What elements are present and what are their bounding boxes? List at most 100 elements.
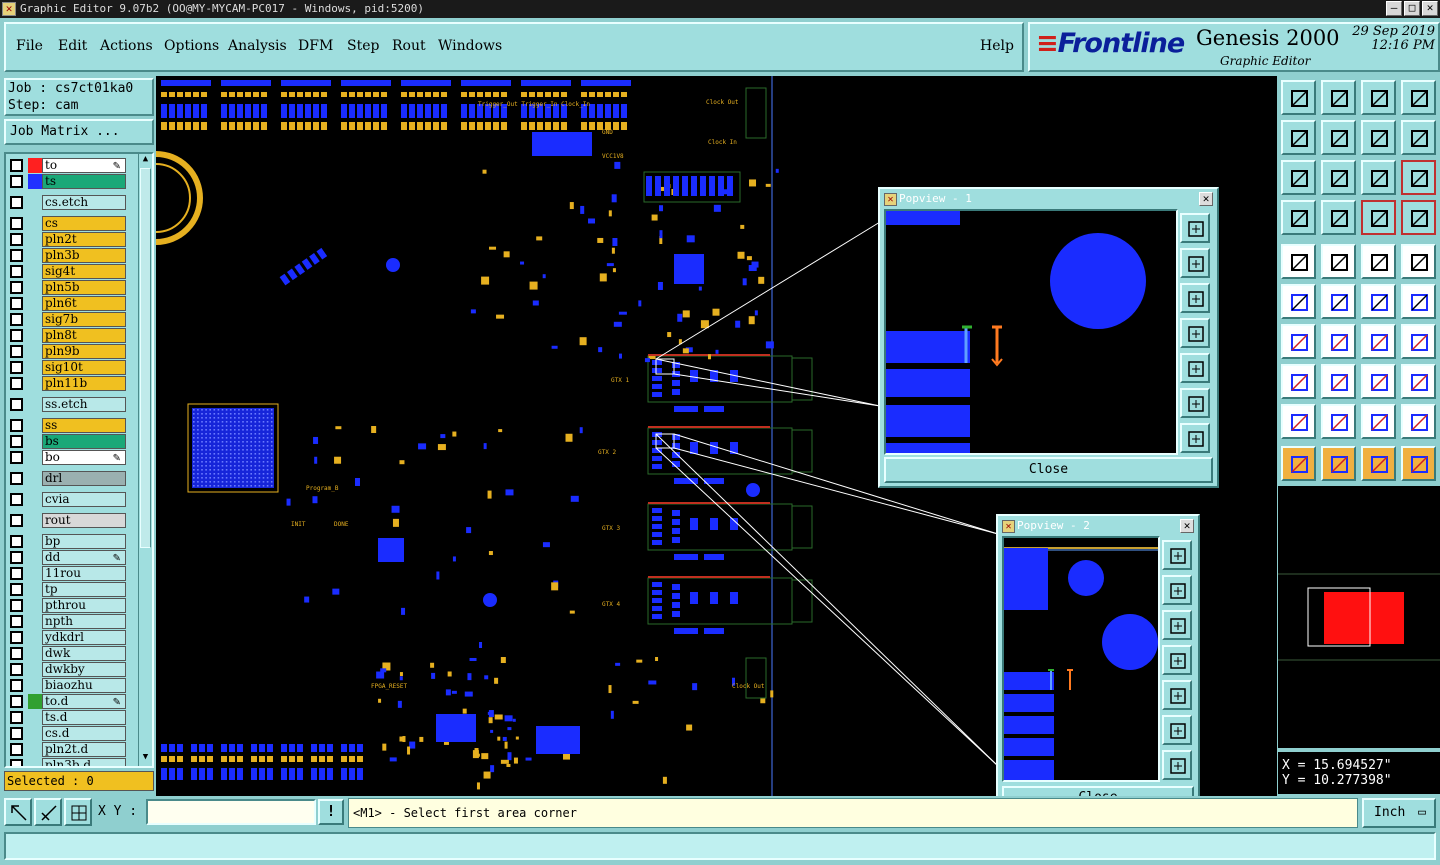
pan-left-button[interactable] [1281, 120, 1316, 155]
menu-options[interactable]: Options [164, 38, 219, 54]
popview-2-center-button[interactable] [1162, 750, 1192, 780]
snap-dot-button[interactable] [1401, 244, 1436, 279]
layer-row-bo[interactable]: bo ✎ [8, 450, 128, 465]
layer-checkbox[interactable] [10, 451, 23, 464]
layer-checkbox[interactable] [10, 551, 23, 564]
popview-1-window[interactable]: ✕ Popview - 1 ✕ Close [878, 187, 1219, 488]
layer-name[interactable]: ts.d [42, 710, 126, 725]
layer-checkbox[interactable] [10, 217, 23, 230]
layer-checkbox[interactable] [10, 419, 23, 432]
popview-2-zoom-in-button[interactable] [1162, 540, 1192, 570]
layer-row-to-d[interactable]: to.d ✎ [8, 694, 128, 709]
pan-right-button[interactable] [1321, 120, 1356, 155]
layer-name[interactable]: bs [42, 434, 126, 449]
layer-name[interactable]: bo ✎ [42, 450, 126, 465]
line-split-button[interactable] [1321, 364, 1356, 399]
layer-row-sig4t[interactable]: sig4t [8, 264, 128, 279]
layer-name[interactable]: bp [42, 534, 126, 549]
layer-name[interactable]: dd ✎ [42, 550, 126, 565]
menu-dfm[interactable]: DFM [298, 38, 333, 54]
layer-checkbox[interactable] [10, 329, 23, 342]
slope-button[interactable] [1321, 324, 1356, 359]
popview-1-center-button[interactable] [1180, 423, 1210, 453]
menu-actions[interactable]: Actions [100, 38, 153, 54]
layer-name[interactable]: cs [42, 216, 126, 231]
layer-name[interactable]: drl [42, 471, 126, 486]
layer-row-npth[interactable]: npth [8, 614, 128, 629]
layer-checkbox[interactable] [10, 711, 23, 724]
layer-row-pln5b[interactable]: pln5b [8, 280, 128, 295]
layer-name[interactable]: npth [42, 614, 126, 629]
net-tool-button[interactable] [1401, 200, 1436, 235]
popview-2-up-button[interactable] [1162, 575, 1192, 605]
layer-row-ydkdrl[interactable]: ydkdrl [8, 630, 128, 645]
layer-row-pln6t[interactable]: pln6t [8, 296, 128, 311]
layer-row-to[interactable]: to ✎ [8, 158, 128, 173]
layer-checkbox[interactable] [10, 615, 23, 628]
menu-step[interactable]: Step [347, 38, 379, 54]
layer-name[interactable]: cs.etch [42, 195, 126, 210]
layer-name[interactable]: cvia [42, 492, 126, 507]
layer-name[interactable]: to ✎ [42, 158, 126, 173]
route-button[interactable] [1321, 244, 1356, 279]
pointer-button[interactable] [1281, 446, 1316, 481]
layer-name[interactable]: ydkdrl [42, 630, 126, 645]
layer-name[interactable]: pln2t.d [42, 742, 126, 757]
rotate-button[interactable] [1361, 120, 1396, 155]
layer-name[interactable]: biaozhu [42, 678, 126, 693]
layer-row-pln11b[interactable]: pln11b [8, 376, 128, 391]
layer-checkbox[interactable] [10, 567, 23, 580]
layer-checkbox[interactable] [10, 361, 23, 374]
layer-checkbox[interactable] [10, 631, 23, 644]
layer-row-ts[interactable]: ts [8, 174, 128, 189]
via-tool-button[interactable] [1361, 200, 1396, 235]
popview-1-fit-button[interactable] [1180, 388, 1210, 418]
add-node-button[interactable] [1401, 284, 1436, 319]
maximize-button[interactable]: □ [1404, 1, 1420, 16]
popview-2-right-button[interactable] [1162, 680, 1192, 710]
layer-row-dwkby[interactable]: dwkby [8, 662, 128, 677]
layer-name[interactable]: sig10t [42, 360, 126, 375]
popview-2-window[interactable]: ✕Popview - 2 ✕ Close [996, 514, 1200, 814]
wire-tool-button[interactable] [1281, 200, 1316, 235]
popview-2-left-button[interactable] [1162, 645, 1192, 675]
layer-row-bp[interactable]: bp [8, 534, 128, 549]
popview-2-view[interactable] [1002, 536, 1160, 782]
layer-name[interactable]: ss [42, 418, 126, 433]
layer-row-dd[interactable]: dd ✎ [8, 550, 128, 565]
triangle-button[interactable] [1281, 404, 1316, 439]
layer-checkbox[interactable] [10, 281, 23, 294]
pad-add-button[interactable] [1281, 364, 1316, 399]
layer-row-sig7b[interactable]: sig7b [8, 312, 128, 327]
layer-checkbox[interactable] [10, 679, 23, 692]
zoom-down-button[interactable] [1321, 80, 1356, 115]
layer-checkbox[interactable] [10, 514, 23, 527]
layer-checkbox[interactable] [10, 233, 23, 246]
pointer-box-button[interactable] [1321, 446, 1356, 481]
layer-row-cs[interactable]: cs [8, 216, 128, 231]
layer-checkbox[interactable] [10, 297, 23, 310]
layer-name[interactable]: sig4t [42, 264, 126, 279]
split-button[interactable] [1401, 324, 1436, 359]
delete-node-button[interactable] [1321, 284, 1356, 319]
pin-tool-button[interactable] [1321, 200, 1356, 235]
menu-file[interactable]: File [16, 38, 43, 54]
popview-1-close-button[interactable]: Close [884, 457, 1213, 483]
layer-row-cs-etch[interactable]: cs.etch [8, 195, 128, 210]
layer-color-swatch[interactable] [28, 174, 42, 189]
layer-row-sig10t[interactable]: sig10t [8, 360, 128, 375]
layer-row-biaozhu[interactable]: biaozhu [8, 678, 128, 693]
layer-checkbox[interactable] [10, 345, 23, 358]
layer-row-pln3b[interactable]: pln3b [8, 248, 128, 263]
layer-color-swatch[interactable] [28, 158, 42, 173]
popview-1-view[interactable] [884, 209, 1178, 455]
popview-2-down-button[interactable] [1162, 610, 1192, 640]
pointer-box2-button[interactable] [1361, 446, 1396, 481]
layer-checkbox[interactable] [10, 583, 23, 596]
layer-checkbox[interactable] [10, 398, 23, 411]
layer-name[interactable]: sig7b [42, 312, 126, 327]
layer-row-ss-etch[interactable]: ss.etch [8, 397, 128, 412]
layer-row-tp[interactable]: tp [8, 582, 128, 597]
layer-name[interactable]: pln3b [42, 248, 126, 263]
angle-button[interactable] [1281, 324, 1316, 359]
